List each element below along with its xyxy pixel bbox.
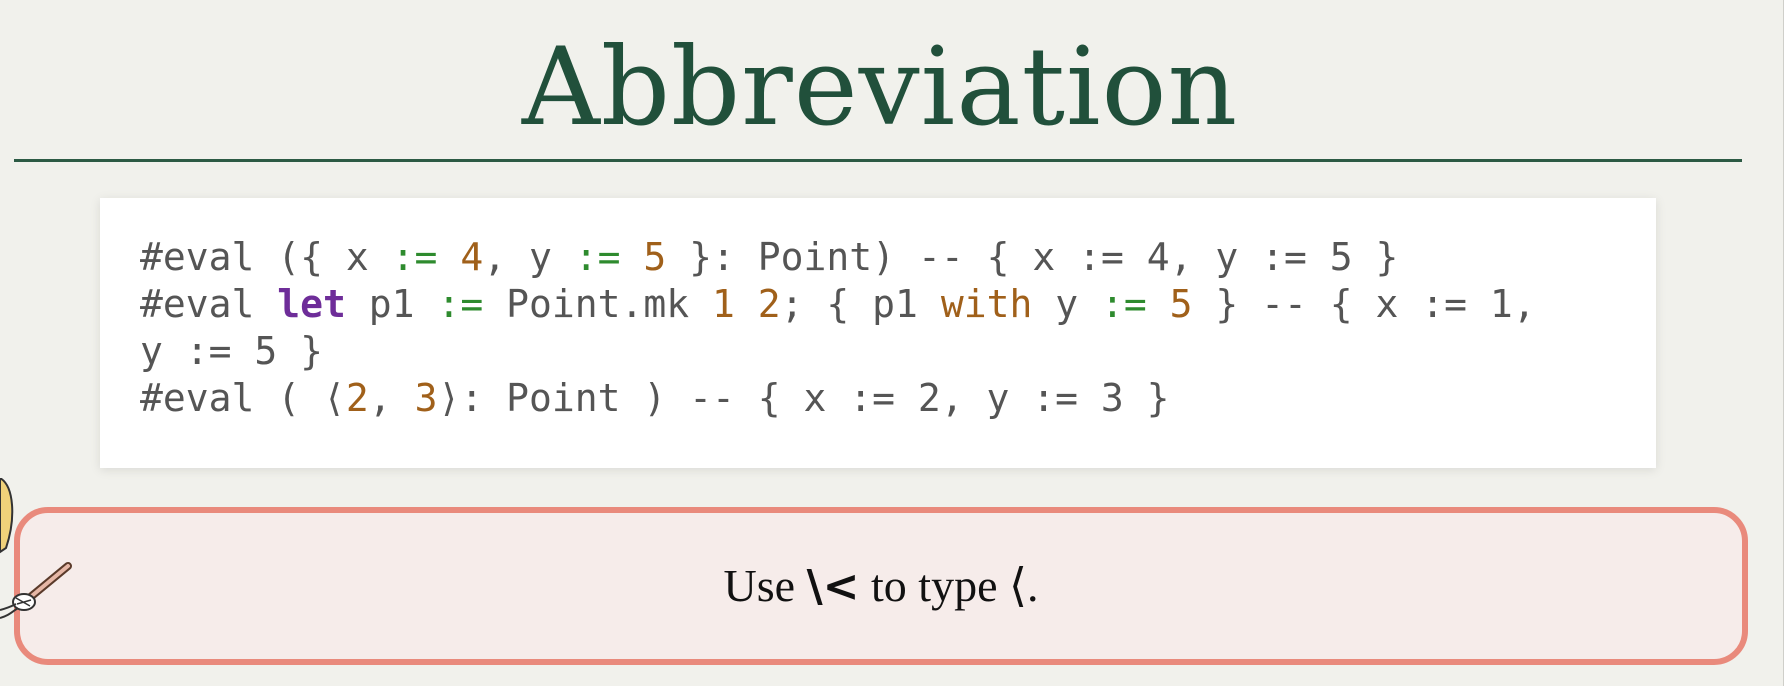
code-token: #eval ( ⟨ <box>140 376 346 420</box>
tip-keystroke: \< <box>806 561 860 612</box>
code-token: := <box>574 235 621 279</box>
code-token: := <box>391 235 438 279</box>
code-token: }: Point) -- { x := 4, y := 5 } <box>666 235 1399 279</box>
code-token: y <box>1032 282 1101 326</box>
code-token: ⟩: Point ) -- { x := 2, y := 3 } <box>437 376 1170 420</box>
code-line: y := 5 } <box>140 329 323 373</box>
code-token: 2 <box>345 376 369 420</box>
title-divider <box>14 159 1742 162</box>
code-token: y := 5 } <box>140 329 324 373</box>
code-line: #eval ( ⟨2, 3⟩: Point ) -- { x := 2, y :… <box>140 376 1170 420</box>
code-line: #eval let p1 := Point.mk 1 2; { p1 with … <box>140 282 1536 326</box>
page-title: Abbreviation <box>521 25 1239 150</box>
code-token: #eval ({ x <box>140 235 392 279</box>
tip-prefix: Use <box>723 560 807 611</box>
code-token: #eval <box>140 282 278 326</box>
code-token: with <box>940 282 1033 326</box>
code-token: := <box>1100 282 1147 326</box>
code-line: #eval ({ x := 4, y := 5 }: Point) -- { x… <box>140 235 1398 279</box>
code-token: , y <box>483 235 575 279</box>
code-token: let <box>277 282 346 326</box>
code-token: 1 <box>711 282 735 326</box>
code-token: ; { p1 <box>780 282 941 326</box>
code-token: := <box>437 282 484 326</box>
code-token: , <box>368 376 415 420</box>
code-token: } -- { x := 1, <box>1192 282 1536 326</box>
tip-suffix: to type ⟨. <box>859 560 1039 611</box>
code-token: 4 <box>460 235 484 279</box>
tip-callout: Use \< to type ⟨. <box>14 507 1748 665</box>
code-block: #eval ({ x := 4, y := 5 }: Point) -- { x… <box>100 198 1656 468</box>
code-text: #eval ({ x := 4, y := 5 }: Point) -- { x… <box>140 234 1536 422</box>
tip-text: Use \< to type ⟨. <box>20 513 1742 659</box>
code-token: 5 <box>643 235 667 279</box>
code-token: p1 <box>345 282 438 326</box>
code-token: 2 <box>757 282 781 326</box>
pointing-character-icon <box>0 478 72 619</box>
code-token: Point.mk <box>483 282 712 326</box>
code-token: 3 <box>414 376 438 420</box>
code-token: 5 <box>1169 282 1193 326</box>
